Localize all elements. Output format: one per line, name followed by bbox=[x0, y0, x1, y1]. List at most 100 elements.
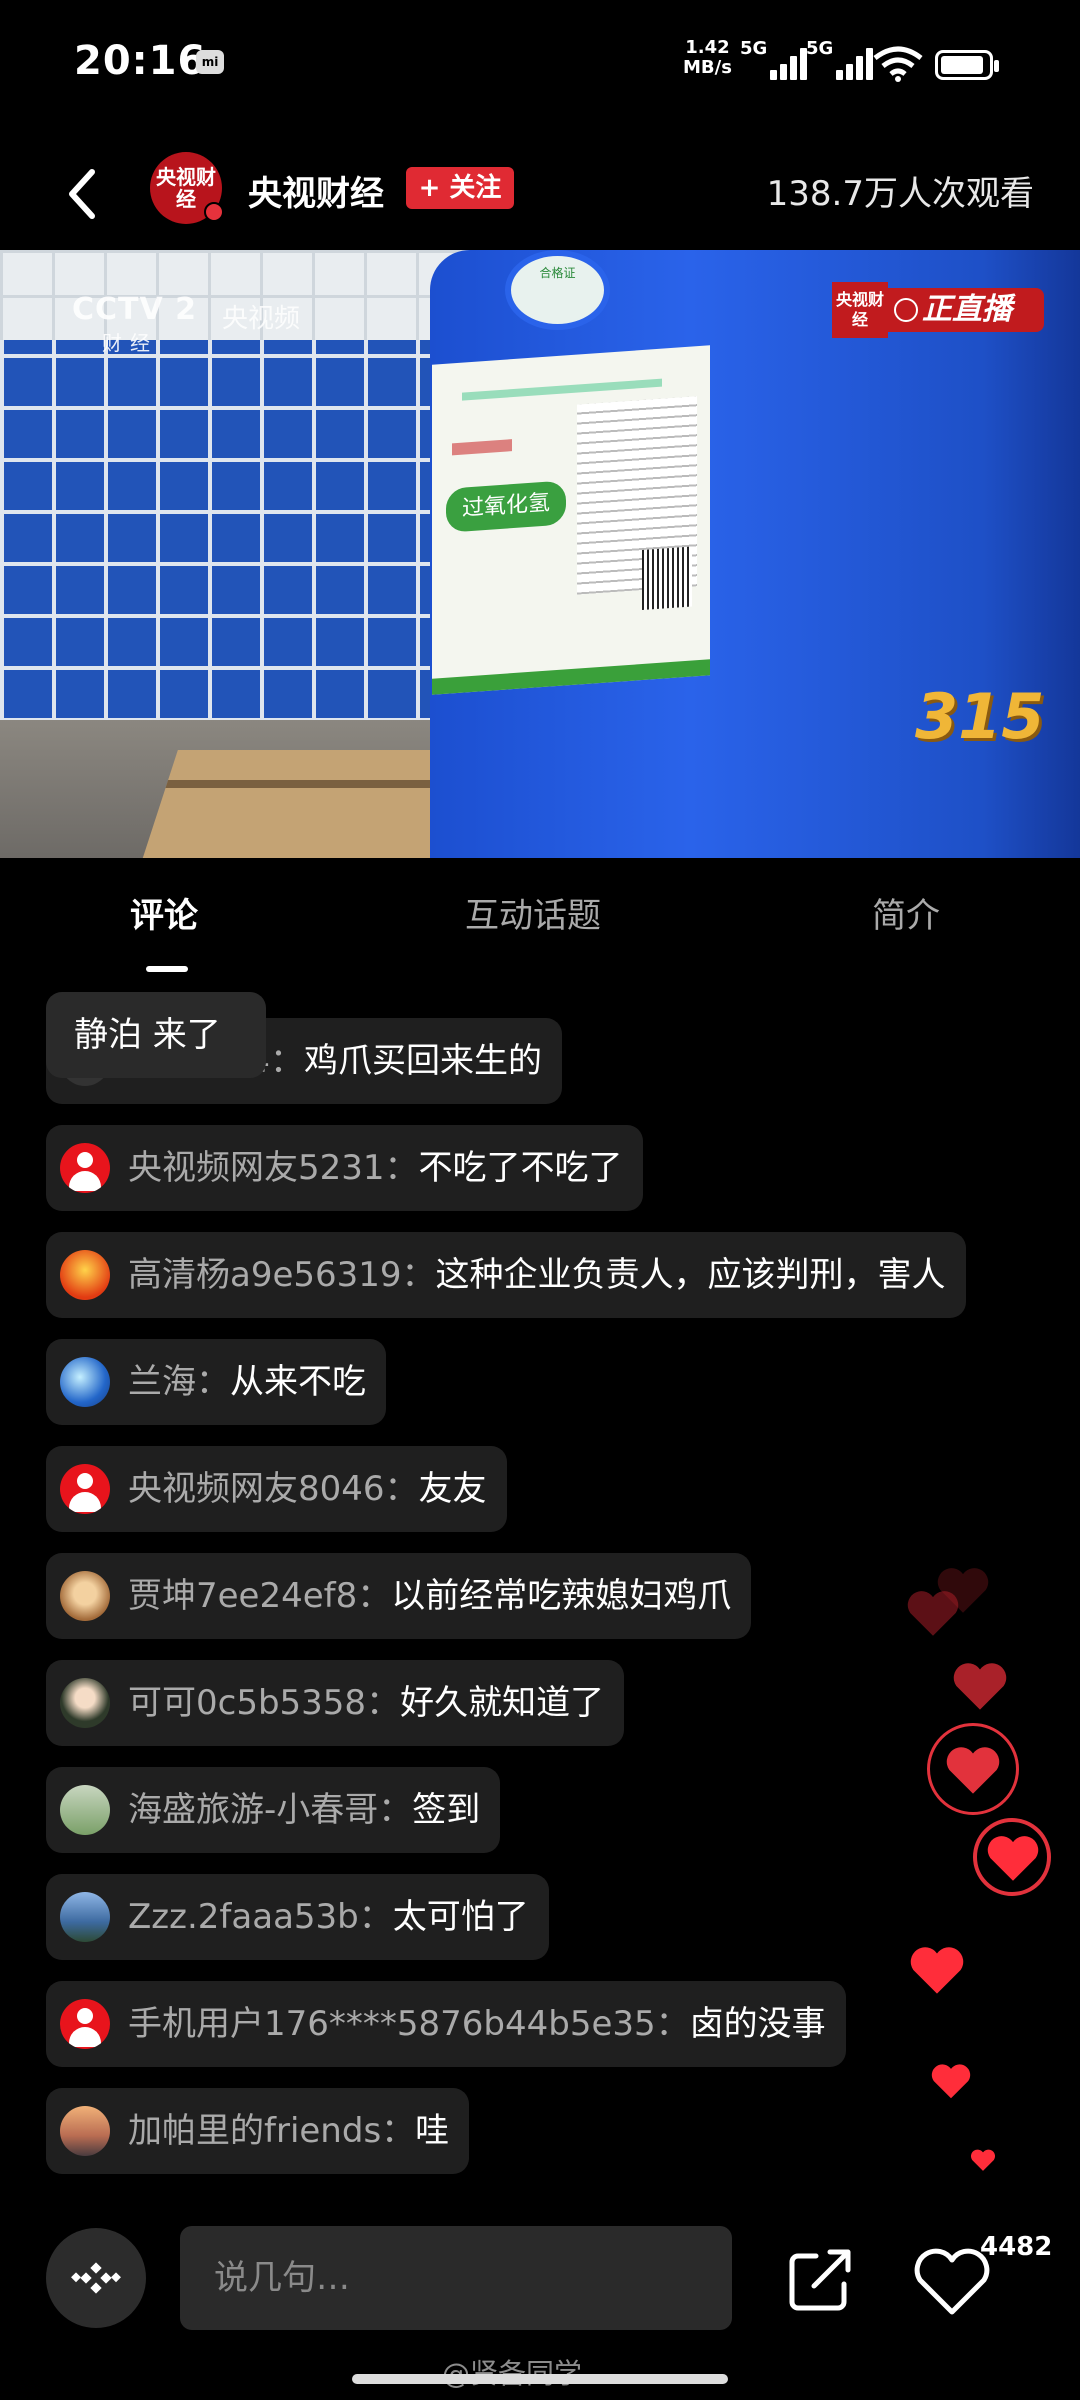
channel-avatar[interactable]: 央视财经 bbox=[150, 152, 224, 224]
comment-username[interactable]: 央视频网友8046 bbox=[128, 1446, 385, 1532]
share-icon[interactable] bbox=[786, 2246, 856, 2314]
comment-username[interactable]: Zzz.2faaa53b bbox=[128, 1874, 359, 1960]
tab-interactive-topics[interactable]: 互动话题 bbox=[465, 888, 601, 937]
sim2-label: 5G bbox=[806, 38, 834, 59]
comment-input[interactable]: 说几句… bbox=[180, 2226, 732, 2330]
comment-item[interactable]: 可可0c5b5358：好久就知道了 bbox=[46, 1660, 625, 1746]
viewer-count: 138.7万人次观看 bbox=[766, 174, 1034, 214]
comment-message: 不吃了不吃了 bbox=[418, 1148, 623, 1188]
comment-separator: ： bbox=[384, 1469, 419, 1509]
comment-item[interactable]: 贾坤7ee24ef8：以前经常吃辣媳妇鸡爪 bbox=[46, 1553, 752, 1639]
live-header: 央视财经 央视财经 + 关注 138.7万人次观看 bbox=[0, 140, 1080, 250]
live-badge-text: 正直播 bbox=[888, 288, 1044, 332]
user-avatar[interactable] bbox=[60, 2106, 110, 2156]
drum-product-label: 过氧化氢 bbox=[432, 345, 710, 695]
comment-message: 鸡爪买回来生的 bbox=[304, 1041, 542, 1081]
tab-intro[interactable]: 简介 bbox=[872, 888, 940, 937]
cctv-logo-text: CCTV 2 bbox=[72, 292, 198, 327]
comment-item[interactable]: 海盛旅游-小春哥：签到 bbox=[46, 1767, 501, 1853]
comment-separator: ： bbox=[378, 1790, 413, 1830]
heart-icon bbox=[908, 1944, 966, 1996]
consumer-day-315-mark: 315 bbox=[915, 680, 1045, 753]
comment-message: 哇 bbox=[415, 2111, 450, 2151]
live-dot-icon bbox=[204, 202, 224, 222]
live-video-player[interactable]: 合格证 过氧化氢 CCTV 2 财经 央视频 央视财经 正直播 315 bbox=[0, 250, 1080, 858]
comment-item[interactable]: 加帕里的friends：哇 bbox=[46, 2088, 470, 2174]
comment-username[interactable]: 兰海 bbox=[128, 1339, 196, 1425]
clock: 20:16 bbox=[74, 38, 207, 84]
watermark: @贤备同学 bbox=[442, 2352, 582, 2392]
follow-button[interactable]: + 关注 bbox=[406, 167, 514, 209]
comment-username[interactable]: 可可0c5b5358 bbox=[128, 1660, 366, 1746]
heart-icon bbox=[930, 2062, 972, 2100]
heart-icon bbox=[944, 1744, 1002, 1796]
comment-item[interactable]: 央视频网友8046：友友 bbox=[46, 1446, 507, 1532]
wifi-icon bbox=[873, 46, 923, 82]
network-speed: 1.42 MB/s bbox=[683, 38, 732, 78]
user-avatar[interactable] bbox=[60, 1785, 110, 1835]
home-indicator[interactable] bbox=[352, 2374, 728, 2384]
active-tab-indicator bbox=[146, 966, 188, 972]
comment-username[interactable]: 央视频网友5231 bbox=[128, 1125, 385, 1211]
comment-message: 友友 bbox=[418, 1469, 487, 1509]
comment-message: 签到 bbox=[412, 1790, 481, 1830]
comment-message: 从来不吃 bbox=[230, 1362, 366, 1402]
comment-username[interactable]: 高清杨a9e56319 bbox=[128, 1232, 402, 1318]
comment-username[interactable]: 贾坤7ee24ef8 bbox=[128, 1553, 357, 1639]
heart-icon bbox=[970, 2148, 996, 2172]
comment-username[interactable]: 海盛旅游-小春哥 bbox=[128, 1767, 378, 1853]
user-avatar[interactable] bbox=[60, 1250, 110, 1300]
network-speed-unit: MB/s bbox=[683, 57, 732, 78]
user-joined-toast: 静泊 来了 bbox=[46, 992, 266, 1078]
network-speed-value: 1.42 bbox=[685, 37, 730, 58]
gift-button[interactable] bbox=[46, 2228, 146, 2328]
heart-icon bbox=[985, 1833, 1041, 1883]
user-avatar[interactable] bbox=[60, 1464, 110, 1514]
user-avatar[interactable] bbox=[60, 1999, 110, 2049]
user-avatar[interactable] bbox=[60, 1678, 110, 1728]
battery-icon bbox=[935, 50, 999, 80]
channel-name[interactable]: 央视财经 bbox=[248, 166, 384, 215]
signal-sim1-icon: 5G bbox=[740, 38, 810, 84]
cctv-video-label: 央视频 bbox=[222, 304, 301, 334]
status-bar: 20:16 mi 1.42 MB/s 5G 5G bbox=[0, 0, 1080, 130]
user-avatar[interactable] bbox=[60, 1571, 110, 1621]
user-avatar[interactable] bbox=[60, 1357, 110, 1407]
comment-separator: ： bbox=[270, 1041, 304, 1081]
play-circle-icon bbox=[894, 298, 918, 322]
comment-message: 太可怕了 bbox=[392, 1897, 529, 1937]
live-badge: 央视财经 正直播 bbox=[832, 282, 1050, 338]
barcode-icon bbox=[642, 546, 692, 611]
live-badge-logo: 央视财经 bbox=[832, 282, 888, 338]
user-avatar[interactable] bbox=[60, 1892, 110, 1942]
heart-icon bbox=[951, 1660, 1009, 1712]
like-count: 4482 bbox=[980, 2232, 1053, 2262]
comment-separator: ： bbox=[384, 1148, 419, 1188]
drum-cap-sticker: 合格证 bbox=[505, 250, 610, 330]
live-badge-label: 正直播 bbox=[922, 292, 1012, 327]
comment-separator: ： bbox=[655, 2004, 690, 2044]
comment-item[interactable]: 高清杨a9e56319：这种企业负责人，应该判刑，害人 bbox=[46, 1232, 966, 1318]
bottom-action-bar: 说几句… 4482 bbox=[0, 2210, 1080, 2360]
comment-item[interactable]: 兰海：从来不吃 bbox=[46, 1339, 386, 1425]
sim1-label: 5G bbox=[740, 38, 768, 59]
user-avatar[interactable] bbox=[60, 1143, 110, 1193]
comment-message: 卤的没事 bbox=[689, 2004, 826, 2044]
mi-app-icon: mi bbox=[196, 50, 224, 74]
comment-message: 以前经常吃辣媳妇鸡爪 bbox=[391, 1576, 732, 1616]
comment-item[interactable]: Zzz.2faaa53b：太可怕了 bbox=[46, 1874, 549, 1960]
comment-item[interactable]: 央视频网友5231：不吃了不吃了 bbox=[46, 1125, 643, 1211]
back-arrow-icon[interactable] bbox=[60, 164, 110, 224]
comment-separator: ： bbox=[366, 1683, 401, 1723]
heart-icon bbox=[905, 1588, 961, 1638]
signal-sim2-icon: 5G bbox=[806, 38, 876, 84]
cctv-logo-sub: 财经 bbox=[102, 331, 158, 355]
comment-separator: ： bbox=[358, 1897, 393, 1937]
comment-message: 好久就知道了 bbox=[400, 1683, 605, 1723]
tab-comments[interactable]: 评论 bbox=[130, 888, 198, 937]
comment-separator: ： bbox=[381, 2111, 416, 2151]
comment-username[interactable]: 加帕里的friends bbox=[128, 2088, 381, 2174]
tab-bar: 评论 互动话题 简介 bbox=[0, 858, 1080, 968]
comment-item[interactable]: 手机用户176****5876b44b5e35：卤的没事 bbox=[46, 1981, 846, 2067]
comment-username[interactable]: 手机用户176****5876b44b5e35 bbox=[128, 1981, 656, 2067]
